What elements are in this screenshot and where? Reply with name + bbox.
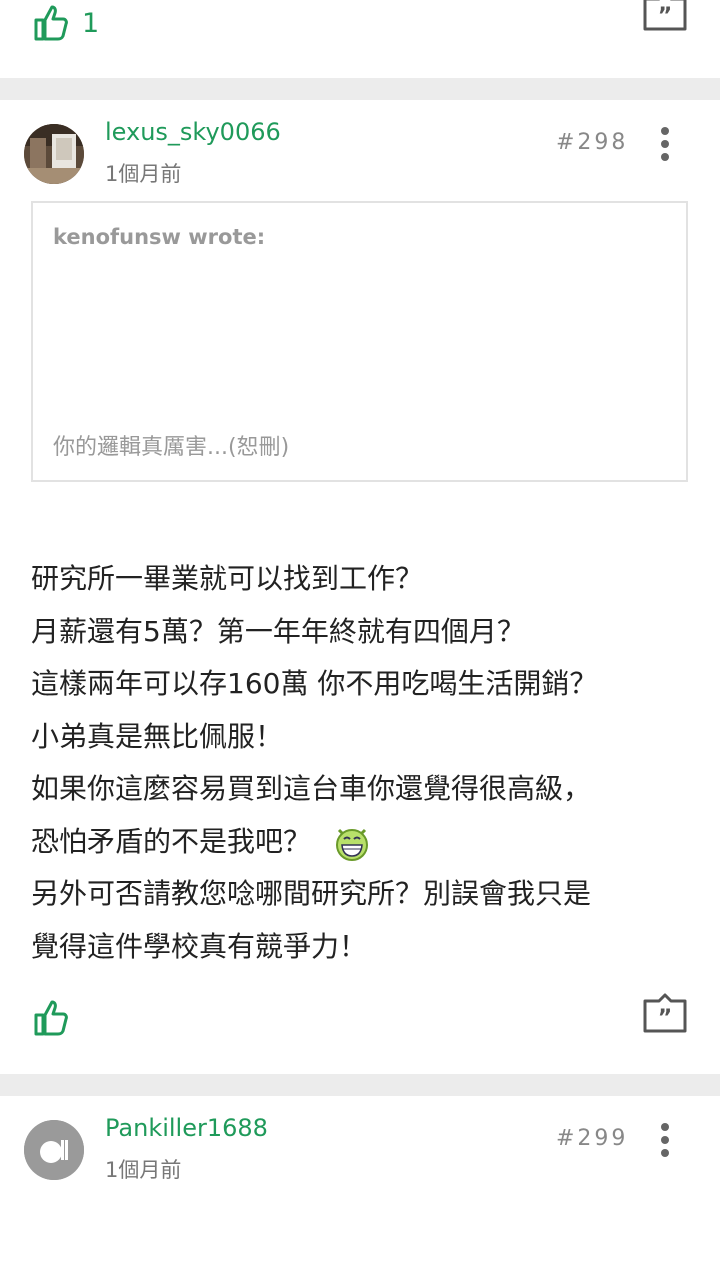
username[interactable]: lexus_sky0066: [105, 118, 281, 146]
default-avatar-icon: [24, 1120, 84, 1180]
quote-icon: ”: [643, 0, 687, 31]
quote-block: kenofunsw wrote: 你的邏輯真厲害...(恕刪): [31, 201, 688, 482]
post-line: 月薪還有5萬？第一年年終就有四個月？: [31, 614, 525, 648]
avatar[interactable]: [24, 124, 84, 184]
username[interactable]: Pankiller1688: [105, 1114, 268, 1142]
post-time: 1個月前: [105, 162, 182, 186]
more-options-button[interactable]: [655, 127, 675, 161]
quote-button[interactable]: ”: [642, 992, 688, 1034]
quote-text: 你的邏輯真厲害...(恕刪): [53, 435, 290, 460]
post-line: 如果你這麼容易買到這台車你還覺得很高級，: [31, 772, 592, 805]
like-button[interactable]: 1: [32, 3, 99, 43]
like-button[interactable]: [32, 998, 72, 1038]
thumbs-up-icon: [34, 5, 68, 41]
quote-icon: ”: [643, 993, 687, 1033]
quote-button[interactable]: ”: [642, 0, 688, 32]
svg-text:”: ”: [658, 1006, 672, 1031]
svg-text:”: ”: [658, 4, 672, 29]
avatar-photo: [24, 124, 84, 184]
post-line: 這樣兩年可以存160萬 你不用吃喝生活開銷？: [31, 667, 598, 700]
post-separator: [0, 1074, 720, 1096]
like-count: 1: [82, 7, 100, 39]
avatar[interactable]: [24, 1120, 84, 1180]
dot-icon: [661, 153, 669, 161]
post-line: 恐怕矛盾的不是我吧？: [31, 824, 312, 858]
dot-icon: [661, 140, 669, 148]
post-line: 另外可否請教您唸哪間研究所？別誤會我只是: [31, 877, 592, 910]
post-line: 研究所一畢業就可以找到工作？: [31, 562, 424, 595]
post-body: 研究所一畢業就可以找到工作？ 月薪還有5萬？第一年年終就有四個月？ 這樣兩年可以…: [31, 553, 701, 973]
grin-emoji-icon: [336, 828, 369, 861]
post-separator: [0, 78, 720, 100]
post-line-with-emoji: 恐怕矛盾的不是我吧？: [31, 816, 701, 869]
quote-author: kenofunsw wrote:: [53, 225, 266, 249]
dot-icon: [661, 1123, 669, 1131]
dot-icon: [661, 1136, 669, 1144]
more-options-button[interactable]: [655, 1123, 675, 1157]
post-line: 小弟真是無比佩服！: [31, 719, 284, 753]
dot-icon: [661, 1149, 669, 1157]
floor-number: #298: [556, 130, 629, 155]
dot-icon: [661, 127, 669, 135]
floor-number: #299: [556, 1126, 629, 1151]
thumbs-up-icon: [34, 1000, 68, 1036]
post-time: 1個月前: [105, 1158, 182, 1182]
post-line: 覺得這件學校真有競爭力！: [31, 929, 368, 963]
prev-post-actions: 1 ”: [0, 0, 720, 78]
